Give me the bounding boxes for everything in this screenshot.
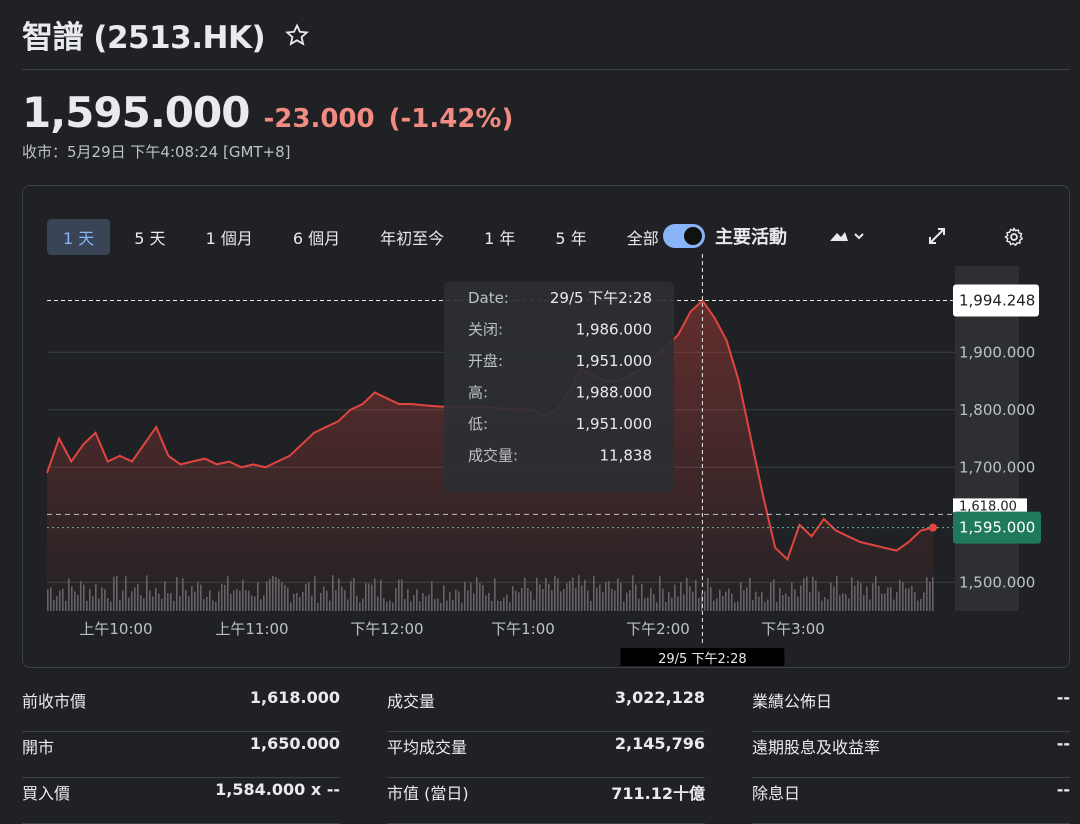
- tooltip-value: 1,988.000: [576, 384, 652, 402]
- tooltip-label: 开盘:: [468, 352, 503, 370]
- tooltip-label: Date:: [468, 289, 509, 307]
- stat-label: 平均成交量: [387, 738, 468, 757]
- stat-row: 遠期股息及收益率 --: [752, 732, 1070, 778]
- stat-row: 除息日 --: [752, 778, 1070, 824]
- stat-label: 開市: [22, 738, 55, 757]
- stat-row: 業績公佈日 --: [752, 686, 1070, 732]
- price-change: -23.000: [263, 104, 375, 134]
- y-axis-band: [955, 266, 1019, 611]
- x-tick-label: 上午10:00: [79, 620, 152, 638]
- y-tick-label: 1,700.000: [959, 458, 1035, 476]
- stat-row: 市值 (當日) 711.12十億: [387, 778, 705, 824]
- stat-row: 前收市價 1,618.000: [22, 686, 340, 732]
- stat-value: 1,650.000: [249, 734, 340, 753]
- stat-label: 遠期股息及收益率: [752, 738, 881, 757]
- tooltip-value: 1,951.000: [576, 415, 652, 433]
- tooltip-label: 低:: [468, 415, 488, 433]
- tooltip-label: 成交量:: [468, 447, 518, 465]
- title-row: 智譜 (2513.HK): [22, 12, 310, 57]
- x-tick-label: 下午1:00: [491, 620, 555, 638]
- stat-value: --: [1056, 688, 1070, 707]
- stat-label: 買入價: [22, 784, 71, 803]
- stat-value: --: [1056, 780, 1070, 799]
- x-tick-label: 上午11:00: [215, 620, 288, 638]
- stat-value: 1,618.000: [249, 688, 340, 707]
- tooltip-value: 1,951.000: [576, 352, 652, 370]
- crosshair-price-label: 1,994.248: [959, 292, 1035, 310]
- chart-card: 1 天 5 天 1 個月 6 個月 年初至今 1 年 5 年 全部 主要活動 1…: [22, 185, 1070, 668]
- stat-label: 成交量: [387, 692, 436, 711]
- stat-value: 711.12十億: [611, 784, 705, 803]
- x-tick-label: 下午12:00: [350, 620, 423, 638]
- tooltip-label: 高:: [468, 384, 488, 402]
- star-icon[interactable]: [285, 22, 310, 47]
- tooltip-label: 关闭:: [468, 321, 503, 339]
- stat-row: 成交量 3,022,128: [387, 686, 705, 732]
- stat-row: 買入價 1,584.000 x --: [22, 778, 340, 824]
- stat-row: 開市 1,650.000: [22, 732, 340, 778]
- stats-col-2: 成交量 3,022,128 平均成交量 2,145,796 市值 (當日) 711.1…: [387, 686, 705, 824]
- price-change-percent: (-1.42%): [388, 104, 514, 134]
- stat-label: 市值 (當日): [387, 784, 469, 803]
- stat-label: 除息日: [752, 784, 801, 803]
- stat-label: 前收市價: [22, 692, 87, 711]
- stat-value: 3,022,128: [614, 688, 705, 707]
- x-tick-label: 下午2:00: [626, 620, 690, 638]
- stats-col-3: 業績公佈日 -- 遠期股息及收益率 -- 除息日 --: [752, 686, 1070, 824]
- tooltip-value: 1,986.000: [576, 321, 652, 339]
- stat-value: 2,145,796: [614, 734, 705, 753]
- tooltip-value: 29/5 下午2:28: [550, 289, 652, 307]
- y-tick-label: 1,800.000: [959, 401, 1035, 419]
- stat-value: --: [1056, 734, 1070, 753]
- y-tick-label: 1,900.000: [959, 343, 1035, 361]
- x-tick-label: 下午3:00: [761, 620, 825, 638]
- stat-value: 1,584.000 x --: [215, 780, 340, 799]
- price-row: 1,595.000 -23.000 (-1.42%): [22, 88, 513, 137]
- stats-col-1: 前收市價 1,618.000 開市 1,650.000 買入價 1,584.000 x…: [22, 686, 340, 824]
- crosshair-time-label: 29/5 下午2:28: [658, 652, 747, 666]
- last-price-dot: [929, 523, 937, 532]
- y-tick-label: 1,500.000: [959, 573, 1035, 591]
- close-info: 收市：5月29日 下午4:08:24 [GMT+8]: [22, 143, 291, 161]
- stat-label: 業績公佈日: [752, 692, 833, 711]
- tooltip-value: 11,838: [600, 447, 653, 465]
- stat-row: 平均成交量 2,145,796: [387, 732, 705, 778]
- current-price: 1,595.000: [22, 88, 250, 137]
- stock-title: 智譜 (2513.HK): [22, 20, 266, 56]
- price-chart[interactable]: 1,994.2481,618.001,595.000 1,900.0001,80…: [23, 226, 1069, 666]
- header-divider: [22, 69, 1070, 70]
- current-price-tag-label: 1,595.000: [959, 519, 1035, 537]
